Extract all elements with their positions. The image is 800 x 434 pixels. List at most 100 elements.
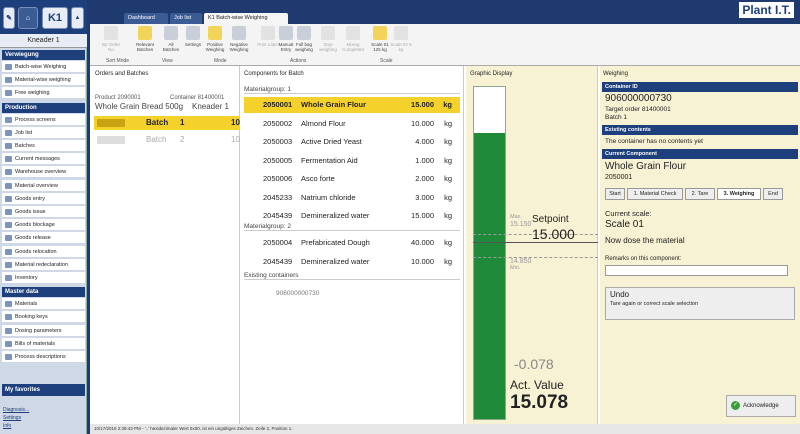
toolbar-icon: [186, 26, 200, 40]
batch-row-1[interactable]: Batch 1 10: [94, 116, 240, 130]
toolbar-button[interactable]: Full bag weighing: [293, 26, 315, 56]
setpoint-label: Setpoint: [532, 214, 569, 225]
min-line: [473, 257, 598, 258]
tab-batch-weighing[interactable]: K1 Batch-wise Weighing: [204, 13, 288, 24]
component-row[interactable]: 2050003 Active Dried Yeast 4.000 kg: [244, 134, 460, 150]
instruction-text: Now dose the material: [605, 236, 685, 245]
target-order: Target order 81400001: [605, 106, 671, 113]
step-weighing-button[interactable]: 3. Weighing: [717, 188, 761, 200]
sidebar-item[interactable]: Batches: [2, 140, 85, 152]
diagnosis-link[interactable]: Diagnosis...: [3, 407, 29, 413]
component-row[interactable]: 2050002 Almond Flour 10.000 kg: [244, 116, 460, 132]
deviation-value: -0.078: [514, 356, 554, 372]
sidebar-item[interactable]: Goods relocation: [2, 245, 85, 258]
sidebar-item[interactable]: Warehouse overview: [2, 166, 85, 179]
sidebar-item[interactable]: Goods entry: [2, 192, 85, 205]
toolbar-button[interactable]: By Order No: [100, 26, 122, 56]
toolbar-group-label: Scale: [380, 58, 393, 64]
component-code: 2050002: [263, 118, 293, 128]
toolbar-icon: [373, 26, 387, 40]
existing-container-id[interactable]: 906000000730: [276, 290, 319, 297]
component-name: Active Dried Yeast: [301, 137, 362, 146]
component-code: 2045439: [263, 256, 293, 266]
toolbar-icon: [297, 26, 311, 40]
step-end-button[interactable]: End: [763, 188, 783, 200]
component-name: Whole Grain Flour: [605, 161, 687, 172]
sidebar-item[interactable]: Inventory: [2, 272, 85, 284]
component-code: 2050001: [605, 174, 633, 181]
sidebar-section-header[interactable]: Production: [2, 102, 85, 113]
sidebar-item[interactable]: Goods blockage: [2, 219, 85, 232]
remarks-input[interactable]: [605, 265, 788, 276]
batch-status-icon: [97, 136, 125, 144]
sidebar-item[interactable]: Bills of materials: [2, 337, 85, 350]
favorites-header[interactable]: My favorites: [2, 384, 85, 396]
component-unit: kg: [444, 155, 452, 165]
sidebar-section-header[interactable]: Verwiegung: [2, 50, 85, 60]
component-unit: kg: [444, 174, 452, 183]
component-row[interactable]: 2050001 Whole Grain Flour 15.000 kg: [244, 97, 460, 113]
orders-pane: Orders and Batches Product 2090001 Conta…: [90, 66, 240, 424]
toolbar-button[interactable]: Settings: [182, 26, 204, 56]
sidebar-item[interactable]: Booking keys: [2, 311, 85, 324]
sidebar-item[interactable]: Material redeclaration: [2, 258, 85, 271]
acknowledge-button[interactable]: ✓ Acknowledge: [726, 395, 796, 417]
batch-row-2[interactable]: Batch 2 10: [94, 133, 240, 147]
materialgroup-2-header: Materialgroup: 2: [244, 223, 460, 231]
toolbar-button[interactable]: Scale 01 125 kg: [369, 26, 391, 56]
sidebar-item[interactable]: Dosing parameters: [2, 324, 85, 337]
toolbar-button[interactable]: Stop weighing: [317, 26, 339, 56]
toolbar-button[interactable]: Positive Weighing: [204, 26, 226, 56]
toolbar-button[interactable]: All Batches: [160, 26, 182, 56]
component-unit: kg: [444, 256, 452, 266]
sidebar-item[interactable]: Batch-wise Weighing: [2, 61, 85, 73]
component-row[interactable]: 2050004 Prefabricated Dough 40.000 kg: [244, 235, 460, 251]
user-icon[interactable]: ✎: [3, 7, 15, 29]
materialgroup-1-header: Materialgroup: 1: [244, 86, 460, 94]
collapse-icon[interactable]: ▲: [71, 7, 84, 29]
sidebar-item[interactable]: Goods release: [2, 232, 85, 245]
component-row[interactable]: 2045439 Demineralized water 10.000 kg: [244, 254, 460, 270]
tab-dashboard[interactable]: Dashboard: [124, 13, 168, 24]
component-row[interactable]: 2045439 Demineralized water 15.000 kg: [244, 208, 460, 224]
sidebar-item[interactable]: Materials: [2, 298, 85, 311]
workstation-button[interactable]: K1: [42, 7, 68, 29]
sidebar-item[interactable]: Current messages: [2, 153, 85, 166]
component-row[interactable]: 2050005 Fermentation Aid 1.000 kg: [244, 153, 460, 169]
step-material-check-button[interactable]: 1. Material Check: [627, 188, 683, 200]
sidebar-item[interactable]: Process descriptions: [2, 351, 85, 363]
home-icon[interactable]: ⌂: [18, 7, 38, 29]
component-code: 2050004: [263, 238, 293, 247]
info-link[interactable]: Info: [3, 423, 11, 429]
max-label: Max.: [510, 214, 522, 220]
sidebar-item[interactable]: Free weighing: [2, 87, 85, 100]
sidebar-section-header[interactable]: Master data: [2, 287, 85, 298]
container-id: 906000000730: [605, 93, 672, 104]
settings-link[interactable]: Settings: [3, 415, 21, 421]
sidebar-item[interactable]: Job list: [2, 126, 85, 139]
component-row[interactable]: 2050006 Asco forte 2.000 kg: [244, 171, 460, 187]
toolbar-button[interactable]: Mixing Completed: [342, 26, 364, 56]
graphic-heading: Graphic Display: [470, 71, 513, 77]
tab-job-list[interactable]: Job list: [170, 13, 202, 24]
step-tare-button[interactable]: 2. Tare: [685, 188, 715, 200]
component-unit: kg: [444, 238, 452, 247]
sidebar-item[interactable]: Material-wise weighing: [2, 74, 85, 87]
component-row[interactable]: 2045233 Natrium chloride 3.000 kg: [244, 190, 460, 206]
remarks-label: Remarks on this component:: [605, 256, 682, 262]
existing-contents-text: The container has no contents yet: [605, 138, 703, 145]
toolbar-button[interactable]: Scale 02 5 kg: [390, 26, 412, 56]
min-value: 14.850: [510, 258, 532, 265]
undo-button[interactable]: Undo Tare again or correct scale selecti…: [605, 287, 795, 320]
toolbar-button[interactable]: Negative Weighing: [228, 26, 250, 56]
toolbar-group-label: Sort Mode: [106, 58, 130, 64]
scale-bar: [473, 86, 506, 420]
sidebar-item[interactable]: Material overview: [2, 179, 85, 192]
toolbar-button-label: Scale 02 5 kg: [390, 42, 412, 52]
toolbar-icon: [232, 26, 246, 40]
sidebar-item[interactable]: Process screens: [2, 113, 85, 126]
sidebar-item[interactable]: Goods issue: [2, 206, 85, 218]
product-name: Whole Grain Bread 500g: [95, 102, 184, 111]
step-start-button[interactable]: Start: [605, 188, 625, 200]
toolbar-button[interactable]: Relevant Batches: [134, 26, 156, 56]
